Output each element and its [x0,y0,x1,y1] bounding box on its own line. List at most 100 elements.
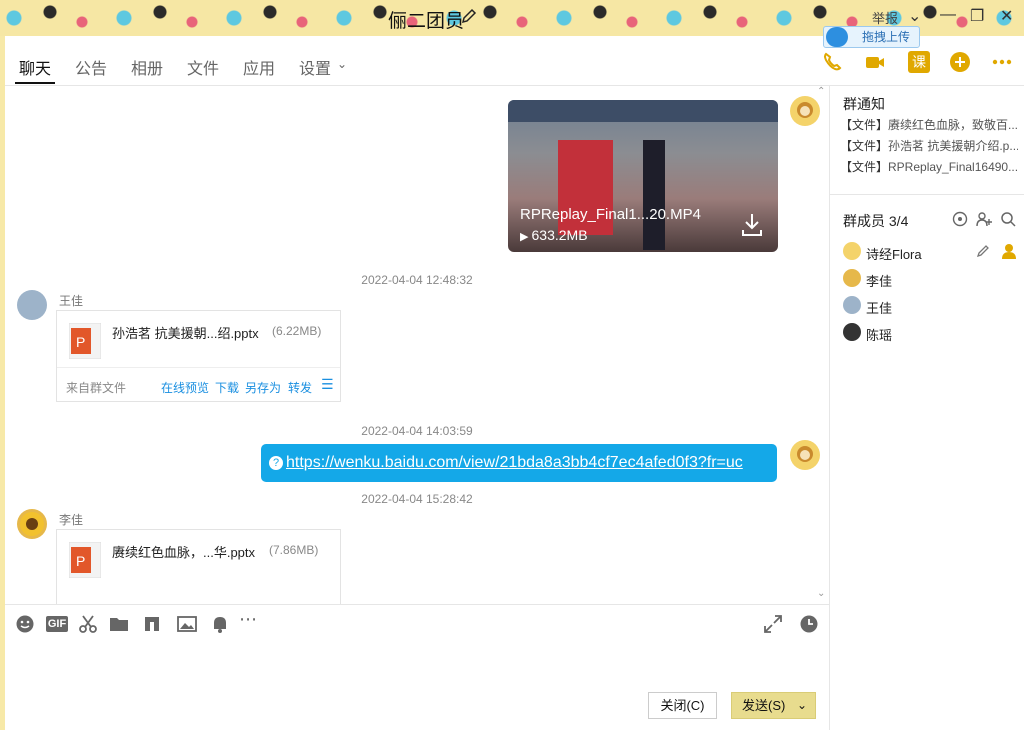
member-name: 陈瑶 [866,328,893,343]
file-message[interactable]: P 孙浩茗 抗美援朝...绍.pptx (6.22MB) 来自群文件 在线预览 … [56,310,341,402]
notice-item[interactable]: 【文件】孙浩茗 抗美援朝介绍.p... [840,137,1018,154]
avatar-lijia[interactable] [17,509,47,539]
owner-badge-icon [1002,244,1016,259]
pptx-file-icon: P [69,542,101,578]
svg-text:P: P [76,553,85,569]
cloud-upload-icon [826,27,848,47]
avatar-wangjia[interactable] [17,290,47,320]
tab-settings[interactable]: 设置 [299,55,331,79]
add-member-icon[interactable] [976,211,992,227]
notice-item[interactable]: 【文件】赓续红色血脉，致敬百... [840,116,1018,133]
file-size: (7.86MB) [269,543,319,557]
tab-files[interactable]: 文件 [187,55,219,79]
voice-call-icon[interactable] [821,51,843,73]
message-link[interactable]: https://wenku.baidu.com/view/21bda8a3bb4… [286,454,743,472]
user-avatar-icon [797,102,813,118]
video-message[interactable]: RPReplay_Final1...20.MP4 ▶ 633.2MB [508,100,778,252]
tab-apps[interactable]: 应用 [243,55,275,79]
video-size-row: ▶ 633.2MB [520,227,588,243]
tab-album[interactable]: 相册 [131,55,163,79]
member-avatar [843,269,861,287]
close-window-icon[interactable]: ✕ [1000,6,1013,26]
image-icon[interactable] [177,614,197,634]
file-actions: 来自群文件 在线预览 下载 另存为 转发 ☰ [57,367,340,402]
member-name: 诗经Flora [866,247,922,262]
file-name: 孙浩茗 抗美援朝...绍.pptx [112,326,259,341]
screenshot-scissors-icon[interactable] [78,614,98,634]
message-list[interactable]: ⌃ RPReplay_Final1...20.MP4 ▶ 633.2MB 202… [5,86,829,604]
sender-name: 王佳 [59,294,84,308]
file-source: 来自群文件 [66,381,127,395]
settings-chevron-icon[interactable]: ⌄ [337,57,347,71]
preview-online-link[interactable]: 在线预览 [161,379,209,396]
notice-title: 群通知 [843,96,885,112]
gif-icon[interactable]: GIF [46,616,68,632]
link-message[interactable]: ? https://wenku.baidu.com/view/21bda8a3b… [261,444,777,482]
dropdown-chevron-icon[interactable]: ⌄ [908,6,921,26]
user-avatar-icon [797,446,813,462]
video-call-icon[interactable] [864,51,886,73]
report-link[interactable]: 举报 [872,8,898,27]
member-avatar [843,323,861,341]
video-filename: RPReplay_Final1...20.MP4 [520,206,701,223]
sunflower-avatar-icon [20,512,44,536]
send-button[interactable]: 发送(S) ⌄ [731,692,816,719]
more-tools-icon[interactable]: ⋯ [239,609,259,629]
scroll-down-icon[interactable]: ⌄ [817,588,825,599]
scroll-up-icon[interactable]: ⌃ [817,86,825,97]
bell-icon[interactable] [210,614,230,634]
search-member-icon[interactable] [1000,211,1016,227]
save-as-link[interactable]: 另存为 [245,379,281,396]
sender-name: 李佳 [59,513,84,527]
pptx-file-icon: P [69,323,101,359]
link-help-icon: ? [269,456,283,470]
add-app-icon[interactable] [949,51,971,73]
history-clock-icon[interactable] [799,614,819,634]
member-settings-icon[interactable] [952,211,968,227]
chat-window: 聊天 公告 相册 文件 应用 设置 ⌄ 课 ⌃ RPReplay_Final1.… [5,36,1024,730]
tab-chat[interactable]: 聊天 [19,55,51,79]
file-name: 赓续红色血脉，...华.pptx [112,545,256,560]
menu-icon[interactable]: ☰ [321,376,334,393]
member-avatar [843,296,861,314]
edit-title-icon[interactable] [461,8,477,24]
close-button[interactable]: 关闭(C) [648,692,717,719]
video-size: 633.2MB [531,227,588,243]
input-toolbar: GIF ⋯ [5,604,829,640]
download-icon[interactable] [740,212,764,238]
download-link[interactable]: 下载 [215,379,239,396]
file-message[interactable]: P 赓续红色血脉，...华.pptx (7.86MB) [56,529,341,604]
member-name: 李佳 [866,274,893,289]
music-icon[interactable] [142,614,162,634]
message-input[interactable] [5,640,829,688]
my-avatar[interactable] [790,96,820,126]
minimize-icon[interactable]: — [940,6,956,24]
member-item[interactable]: 诗经Flora [843,241,1021,263]
members-title: 群成员 3/4 [843,213,909,229]
timestamp: 2022-04-04 12:48:32 [361,273,473,287]
divider [830,194,1024,195]
video-thumbnail-person [643,140,665,250]
group-sidebar: 群通知 【文件】赓续红色血脉，致敬百... 【文件】孙浩茗 抗美援朝介绍.p..… [829,86,1024,730]
active-tab-underline [15,82,55,84]
timestamp: 2022-04-04 14:03:59 [361,424,473,438]
play-icon: ▶ [520,231,532,243]
expand-icon[interactable] [763,614,783,634]
video-thumbnail-banner [508,100,778,122]
folder-icon[interactable] [109,614,129,634]
file-size: (6.22MB) [272,324,322,338]
more-options-icon[interactable] [991,51,1013,73]
drag-upload-tooltip: 拖拽上传 [823,26,920,48]
course-icon[interactable]: 课 [908,51,930,73]
my-avatar[interactable] [790,440,820,470]
window-title: 俪二团员 [388,11,465,32]
notice-item[interactable]: 【文件】RPReplay_Final16490... [840,158,1018,175]
forward-link[interactable]: 转发 [288,379,312,396]
timestamp: 2022-04-04 15:28:42 [361,492,473,506]
tab-announcement[interactable]: 公告 [75,55,107,79]
restore-icon[interactable]: ❐ [970,6,984,26]
edit-member-icon[interactable] [976,244,990,258]
send-options-chevron-icon[interactable]: ⌄ [797,693,807,718]
member-name: 王佳 [866,301,893,316]
emoji-icon[interactable] [15,614,35,634]
